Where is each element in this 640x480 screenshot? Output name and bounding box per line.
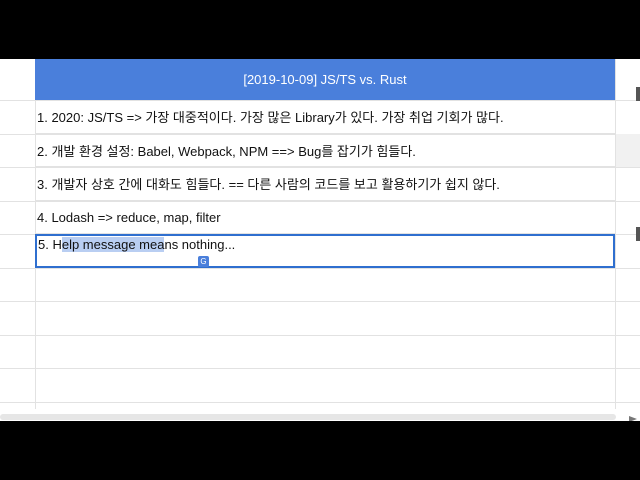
text-after-selection: ns nothing... [164,237,236,252]
grid-line [0,368,640,369]
cell-row-1[interactable]: 1. 2020: JS/TS => 가장 대중적이다. 가장 많은 Librar… [35,100,615,134]
active-cell[interactable]: 5. Help message means nothing... G [35,234,615,268]
scroll-right-arrow-icon[interactable] [626,411,640,421]
cell-row-3[interactable]: 3. 개발자 상호 간에 대화도 힘들다. == 다른 사람의 코드를 보고 활… [35,167,615,201]
active-cell-text[interactable]: 5. Help message means nothing... [38,237,235,252]
grid-line [0,301,640,302]
grid-line [0,402,640,403]
selected-text[interactable]: elp message mea [61,237,165,252]
grid-line [0,335,640,336]
column-marker [636,227,640,241]
cell-row-4[interactable]: 4. Lodash => reduce, map, filter [35,201,615,234]
title-cell[interactable]: [2019-10-09] JS/TS vs. Rust [35,59,615,100]
column-marker [636,87,640,101]
grid-line [0,268,640,269]
spreadsheet: [2019-10-09] JS/TS vs. Rust 1. 2020: JS/… [0,59,640,421]
next-column [615,59,640,409]
column-shade [616,134,640,167]
text-before-selection: 5. H [38,237,62,252]
cell-row-2[interactable]: 2. 개발 환경 설정: Babel, Webpack, NPM ==> Bug… [35,134,615,167]
translate-icon[interactable]: G [198,256,209,267]
horizontal-scrollbar[interactable] [0,414,616,420]
